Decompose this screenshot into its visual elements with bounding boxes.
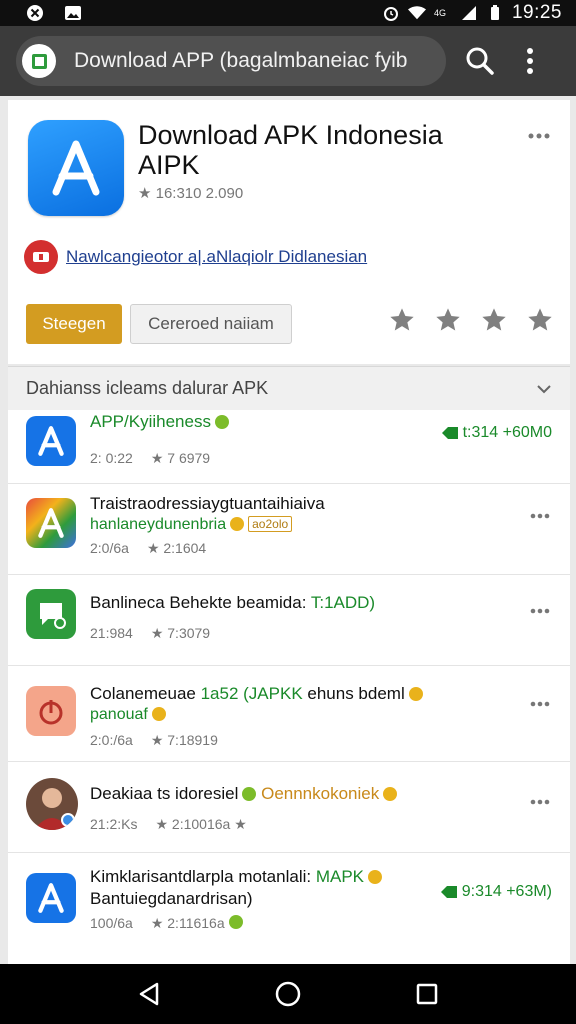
emoji-badge-icon (368, 870, 383, 884)
browser-toolbar: Download APP (bagalmbaneiac fyib (0, 26, 576, 96)
star-icon[interactable] (388, 306, 416, 334)
item-meta: 21:2:Ks ★ 2:10016a ★ (90, 816, 247, 832)
item-subtitle: Bantuiegdanardrisan) (90, 889, 253, 908)
search-icon (466, 47, 494, 75)
url-text[interactable]: Download APP (bagalmbaneiac fyib (74, 49, 408, 73)
verified-badge-icon (228, 915, 243, 929)
item-meta: 2: 0:22 ★ 7 6979 (90, 450, 211, 466)
music-note-icon (26, 686, 76, 736)
more-vert-icon (527, 48, 533, 74)
alarm-icon (382, 5, 400, 21)
item-title: Deakiaa ts idoresiel Oennnkokoniek (90, 784, 470, 804)
item-subtitle: hanlaneydunenbria ao2olo (90, 516, 293, 534)
rating-stars[interactable] (388, 306, 554, 334)
app-title: Download APK Indonesia AIPK (138, 120, 443, 180)
back-triangle-icon (140, 982, 159, 1006)
clock: 19:25 (511, 2, 562, 23)
star-icon[interactable] (434, 306, 462, 334)
item-price[interactable]: t:314 +60M0 (441, 424, 552, 442)
item-meta: 2:0:/6a ★ 7:18919 (90, 732, 218, 748)
list-item[interactable]: Kimklarisantdlarpla motanlali: MAPK Bant… (8, 853, 570, 949)
chat-bubble-icon (26, 589, 76, 639)
item-subtitle: panouaf (90, 706, 166, 724)
tag-icon (440, 886, 457, 898)
section-title: Dahianss icleams dalurar APK (26, 378, 269, 398)
search-button[interactable] (460, 41, 500, 81)
list-item[interactable]: Colanemeuae 1a52 (JAPKK ehuns bdeml pano… (8, 666, 570, 762)
more-horiz-icon (530, 799, 550, 805)
battery-icon (486, 5, 504, 21)
network-type-label: 4G (433, 7, 446, 18)
image-notification-icon (64, 5, 82, 21)
list-item[interactable]: Traistraodressiaygtuantaihiaiva hanlaney… (8, 484, 570, 575)
item-meta: 100/6a ★ 2:11616a (90, 915, 243, 932)
item-more-button[interactable] (530, 694, 550, 712)
item-meta: 2:0/6a ★ 2:1604 (90, 540, 207, 556)
app-store-a-icon (28, 120, 124, 216)
system-nav-bar (0, 964, 576, 1024)
more-horiz-icon (528, 133, 550, 139)
recents-square-icon (416, 983, 437, 1005)
verified-badge-icon (242, 787, 257, 801)
app-list: APP/Kyiiheness 2: 0:22 ★ 7 6979 t:314 +60… (8, 410, 570, 964)
square-favicon-icon (22, 44, 56, 78)
item-tag: ao2olo (248, 516, 293, 532)
verified-badge-icon (214, 415, 229, 429)
item-more-button[interactable] (530, 506, 550, 524)
item-title: Banlineca Behekte beamida: T:1ADD) (90, 593, 376, 612)
developer-link[interactable]: Nawlcangieotor a|.aNlaqiolr Didlanesian (66, 247, 367, 267)
install-button[interactable]: Steegen (26, 304, 122, 344)
list-item[interactable]: Deakiaa ts idoresiel Oennnkokoniek 21:2:… (8, 762, 570, 853)
card-more-button[interactable] (528, 126, 550, 144)
item-title: Traistraodressiaygtuantaihiaiva (90, 494, 325, 513)
item-title: Colanemeuae 1a52 (JAPKK ehuns bdeml (90, 684, 470, 704)
home-button[interactable] (268, 974, 308, 1014)
item-price[interactable]: 9:314 +63M) (440, 883, 552, 901)
avatar-photo-icon (26, 778, 78, 830)
status-bar: 4G 19:25 (0, 0, 576, 26)
recents-button[interactable] (407, 974, 447, 1014)
item-title: Kimklarisantdlarpla motanlali: MAPK (90, 867, 470, 887)
list-item[interactable]: Banlineca Behekte beamida: T:1ADD) 21:98… (8, 575, 570, 666)
back-button[interactable] (129, 974, 169, 1014)
emoji-badge-icon (408, 687, 423, 701)
developer-badge-icon (24, 240, 58, 274)
emoji-badge-icon (230, 517, 245, 531)
wifi-icon (407, 5, 426, 21)
emoji-badge-icon (151, 707, 166, 721)
address-bar[interactable]: Download APP (bagalmbaneiac fyib (16, 36, 446, 86)
tag-icon (441, 427, 458, 439)
signal-icon (460, 5, 478, 21)
developer-row[interactable]: Nawlcangieotor a|.aNlaqiolr Didlanesian (24, 240, 367, 274)
item-title: APP/Kyiiheness (90, 412, 470, 432)
more-horiz-icon (530, 513, 550, 519)
app-meta: ★ 16:310 2.090 (138, 185, 244, 202)
screen: 4G 19:25 Download APP (bagalmbaneiac fyi… (0, 0, 576, 1024)
overflow-menu-button[interactable] (510, 41, 550, 81)
star-icon[interactable] (480, 306, 508, 334)
secondary-button[interactable]: Cereroed naiiam (130, 304, 292, 344)
more-horiz-icon (530, 608, 550, 614)
page-content: Download APK Indonesia AIPK ★ 16:310 2.0… (0, 96, 576, 964)
list-item[interactable]: APP/Kyiiheness 2: 0:22 ★ 7 6979 t:314 +60… (8, 410, 570, 484)
section-header[interactable]: Dahianss icleams dalurar APK (8, 366, 570, 410)
chevron-down-icon (537, 384, 551, 393)
item-more-button[interactable] (530, 601, 550, 619)
x-notification-icon (26, 5, 44, 21)
more-horiz-icon (530, 701, 550, 707)
emoji-badge-icon (383, 787, 398, 801)
item-meta: 21:984 ★ 7:3079 (90, 625, 211, 641)
app-store-a-icon (26, 416, 76, 466)
app-detail-card: Download APK Indonesia AIPK ★ 16:310 2.0… (8, 100, 570, 364)
item-more-button[interactable] (530, 792, 550, 810)
app-store-a-icon (26, 873, 76, 923)
star-icon[interactable] (526, 306, 554, 334)
rainbow-a-icon (26, 498, 76, 548)
home-circle-icon (275, 981, 301, 1007)
